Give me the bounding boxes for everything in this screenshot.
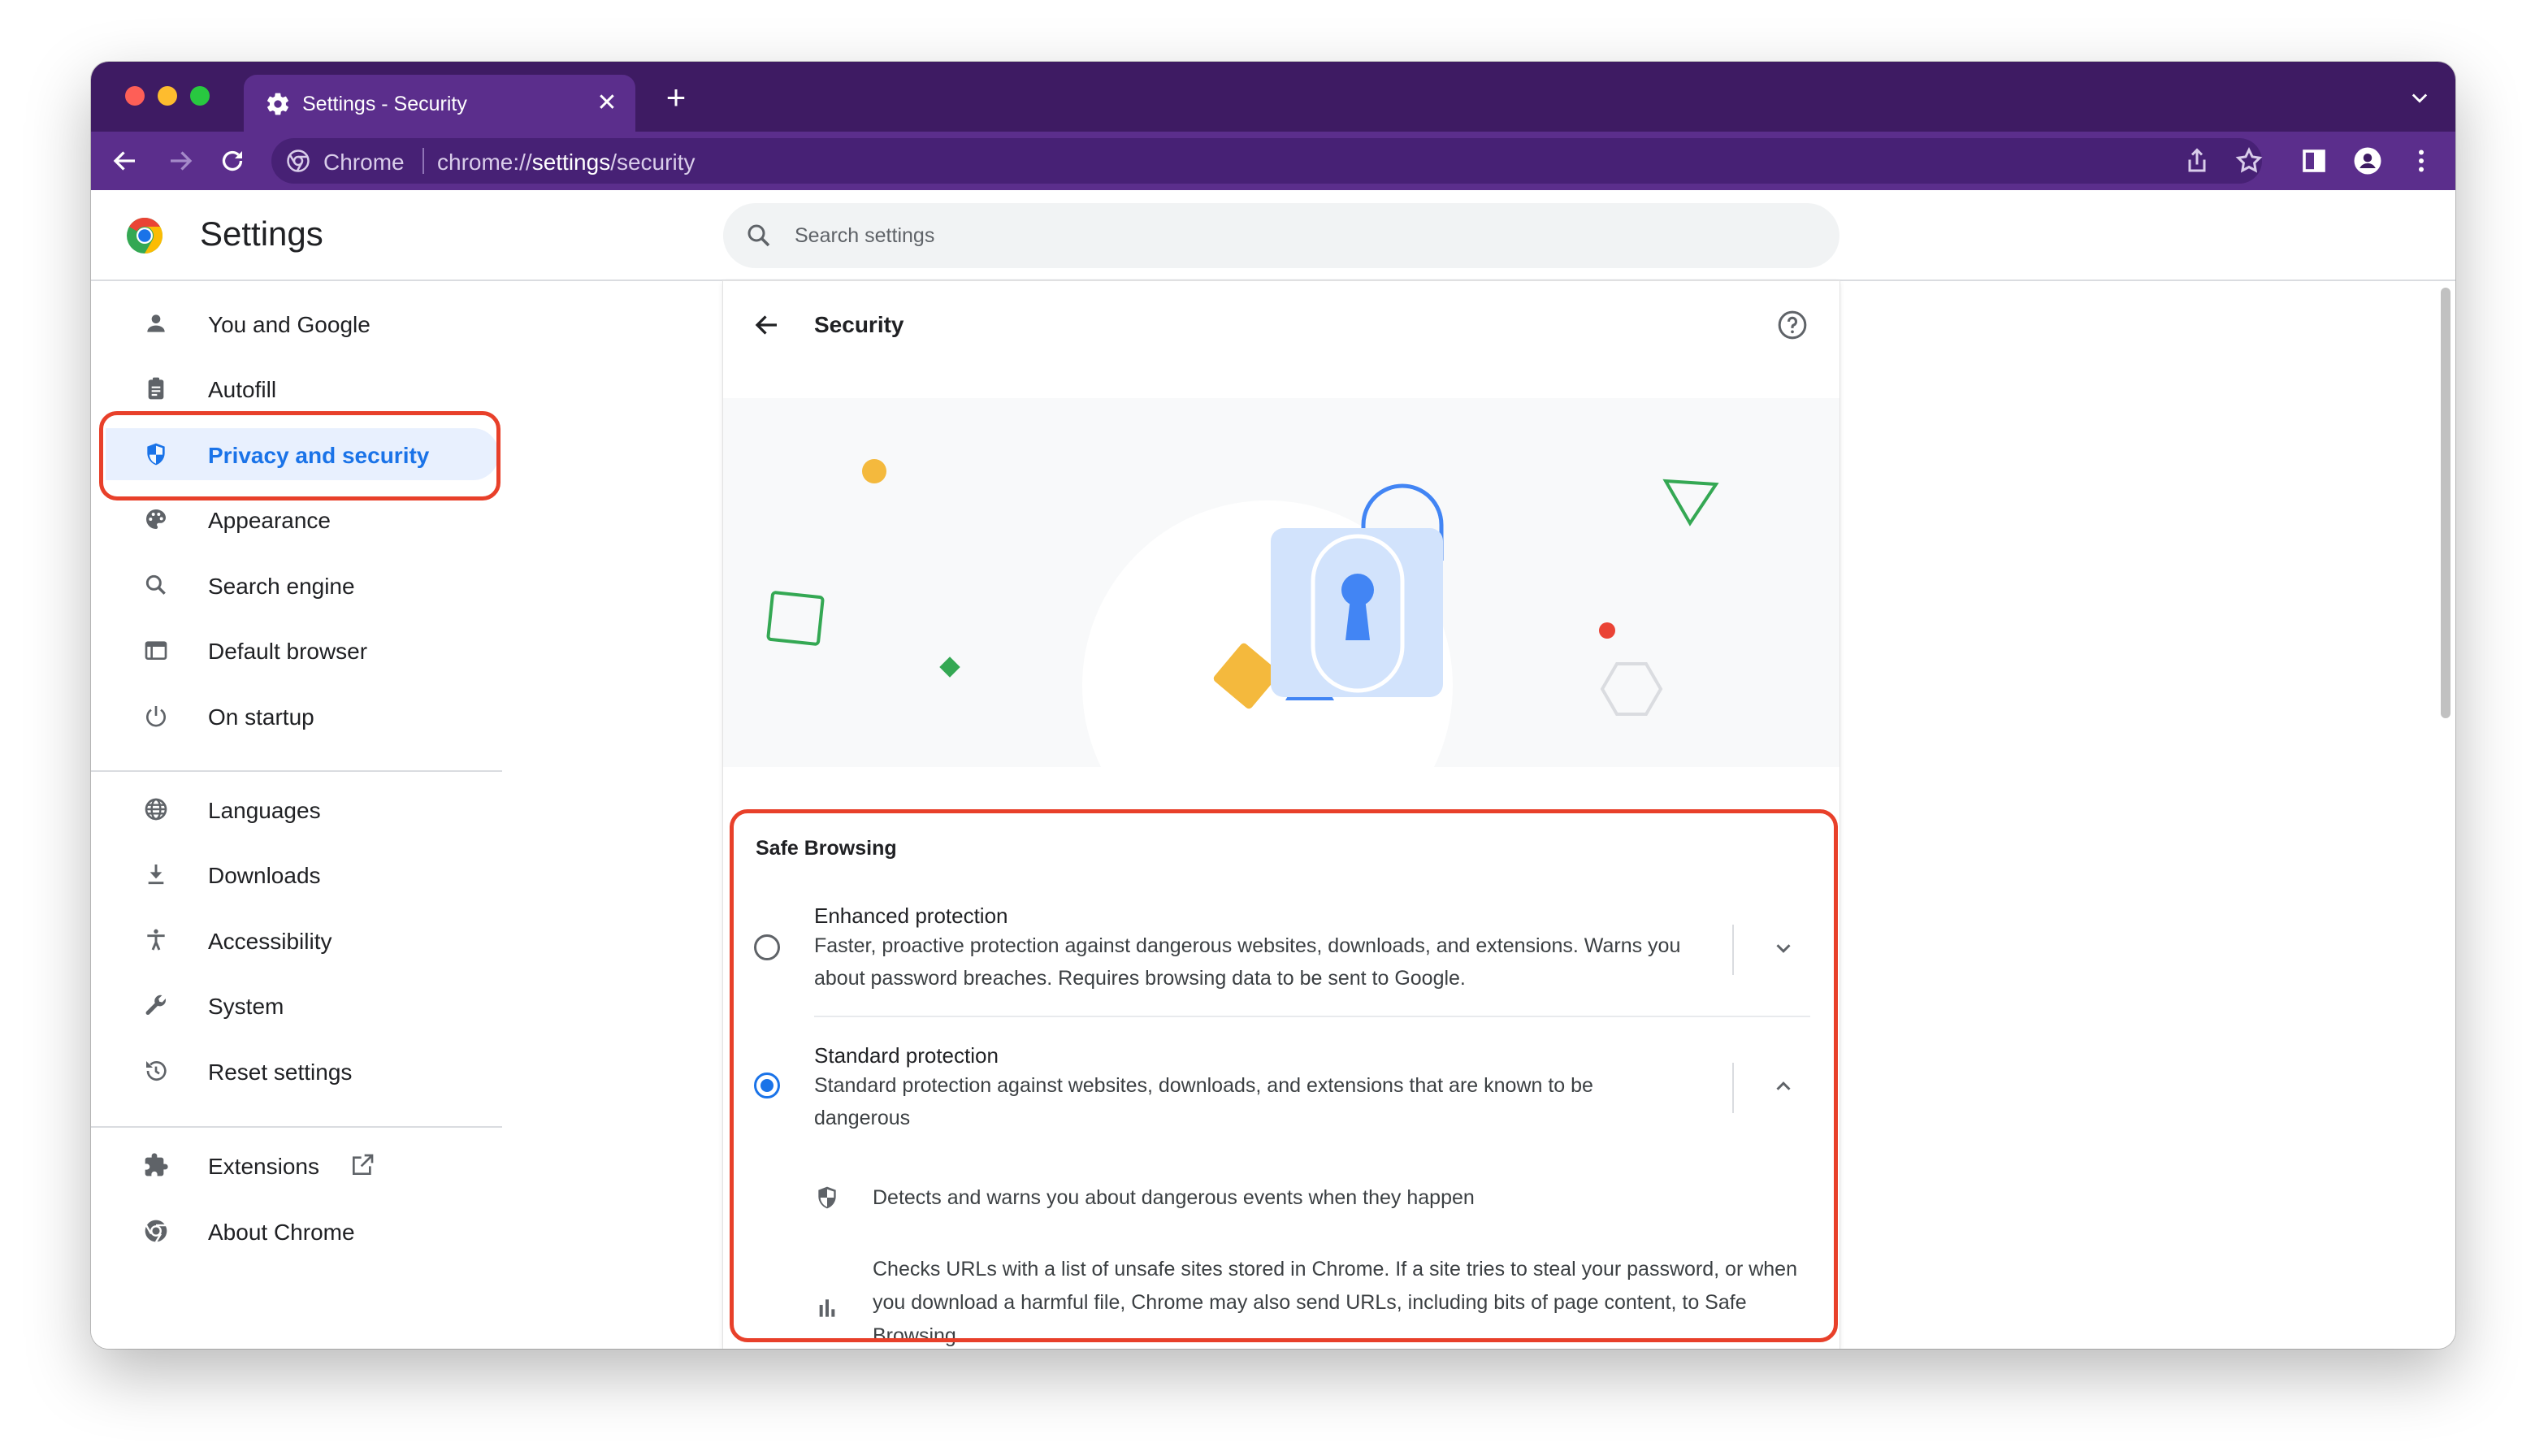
- sidebar-item-label: Default browser: [208, 639, 368, 664]
- search-bar[interactable]: [723, 203, 1840, 268]
- minimize-window-button[interactable]: [158, 86, 177, 106]
- search-icon: [748, 224, 770, 247]
- tab-title: Settings - Security: [302, 93, 467, 115]
- tab-strip: Settings - Security ✕ +: [91, 62, 2455, 132]
- browser-window: Settings - Security ✕ + Chrome chrome://…: [91, 62, 2455, 1349]
- sidebar-item-languages[interactable]: Languages: [106, 783, 499, 835]
- sidebar-item-appearance[interactable]: Appearance: [106, 493, 499, 545]
- download-icon: [148, 864, 164, 885]
- forward-icon[interactable]: [166, 146, 195, 176]
- history-icon: [146, 1061, 167, 1081]
- url-host: settings: [531, 150, 611, 175]
- new-tab-button[interactable]: +: [660, 80, 692, 115]
- sidebar-item-autofill[interactable]: Autofill: [106, 362, 499, 414]
- sidebar-item-search-engine[interactable]: Search engine: [106, 559, 499, 611]
- back-arrow-icon[interactable]: [752, 310, 782, 340]
- sidebar-item-on-startup[interactable]: On startup: [106, 690, 499, 742]
- profile-avatar-icon[interactable]: [2353, 146, 2382, 176]
- url-scheme-label: Chrome: [323, 150, 405, 175]
- sidebar-item-label: Languages: [208, 798, 321, 823]
- open-in-new-icon: [353, 1154, 374, 1175]
- sidebar-item-label: Accessibility: [208, 929, 332, 954]
- sidebar-item-label: You and Google: [208, 312, 370, 337]
- address-bar[interactable]: Chrome chrome://settings/security: [271, 138, 2262, 184]
- page-title: Settings: [200, 214, 323, 253]
- toolbar: Chrome chrome://settings/security: [91, 132, 2455, 190]
- zoom-window-button[interactable]: [190, 86, 210, 106]
- star-icon[interactable]: [2234, 146, 2264, 176]
- more-menu-icon[interactable]: [2407, 146, 2436, 176]
- section-title: Security: [814, 312, 904, 337]
- sidebar-item-default-browser[interactable]: Default browser: [106, 624, 499, 676]
- sidebar-item-you-and-google[interactable]: You and Google: [106, 297, 499, 349]
- globe-icon: [145, 798, 167, 821]
- wrench-icon: [145, 994, 167, 1016]
- sidebar-item-label: Downloads: [208, 863, 321, 888]
- chevron-down-icon[interactable]: [2408, 86, 2431, 109]
- search-input[interactable]: [795, 203, 1770, 268]
- settings-header: Settings: [91, 190, 2455, 281]
- highlight-box: [730, 809, 1838, 1342]
- accessibility-icon: [147, 929, 165, 951]
- close-window-button[interactable]: [125, 86, 145, 106]
- scrollbar-thumb[interactable]: [2441, 288, 2450, 718]
- side-panel-icon[interactable]: [2299, 146, 2329, 176]
- sidebar-divider: [91, 770, 502, 772]
- sidebar-item-system[interactable]: System: [106, 979, 499, 1031]
- sidebar-item-reset-settings[interactable]: Reset settings: [106, 1045, 499, 1097]
- share-icon[interactable]: [2182, 146, 2212, 176]
- sidebar-item-extensions[interactable]: Extensions: [106, 1139, 499, 1191]
- tab-close-icon[interactable]: ✕: [595, 91, 619, 115]
- browser-window-icon: [145, 641, 167, 660]
- sidebar-item-label: Appearance: [208, 508, 332, 533]
- scrollbar[interactable]: [2434, 281, 2455, 1349]
- sidebar-item-downloads[interactable]: Downloads: [106, 848, 499, 900]
- power-icon: [146, 706, 166, 727]
- url-text: chrome://settings/security: [437, 150, 695, 176]
- clipboard-icon: [148, 377, 164, 400]
- sidebar: You and Google Autofill Privacy and secu…: [91, 281, 514, 1349]
- sidebar-item-label: About Chrome: [208, 1220, 355, 1245]
- sidebar-item-label: Search engine: [208, 574, 355, 599]
- gear-icon: [267, 93, 288, 115]
- url-separator: [422, 148, 424, 174]
- security-illustration: [723, 398, 1840, 767]
- person-icon: [147, 314, 165, 332]
- sidebar-item-about-chrome[interactable]: About Chrome: [106, 1205, 499, 1257]
- sidebar-item-label: System: [208, 994, 284, 1019]
- palette-icon: [146, 509, 166, 529]
- puzzle-icon: [145, 1153, 168, 1176]
- back-icon[interactable]: [110, 146, 140, 176]
- help-icon[interactable]: [1776, 309, 1809, 341]
- illustration-art: [766, 459, 1719, 767]
- url-path: /security: [610, 150, 696, 175]
- sidebar-item-label: On startup: [208, 704, 314, 730]
- card-header: Security: [723, 281, 1840, 369]
- url-prefix: chrome://: [437, 150, 532, 175]
- reload-icon[interactable]: [218, 146, 247, 176]
- sidebar-divider: [91, 1126, 502, 1128]
- content-area: You and Google Autofill Privacy and secu…: [91, 281, 2455, 1349]
- sidebar-item-accessibility[interactable]: Accessibility: [106, 914, 499, 966]
- chrome-icon: [287, 150, 310, 172]
- sidebar-item-label: Extensions: [208, 1154, 319, 1179]
- search-icon: [145, 574, 166, 595]
- security-card: Security Safe Browsing Enhanced protecti…: [723, 281, 1840, 1349]
- sidebar-item-label: Autofill: [208, 377, 277, 402]
- highlight-box: [99, 411, 500, 500]
- chrome-logo-icon: [127, 218, 162, 254]
- tab-settings-security[interactable]: Settings - Security ✕: [244, 75, 635, 132]
- sidebar-item-label: Reset settings: [208, 1060, 353, 1085]
- chrome-icon: [145, 1220, 167, 1243]
